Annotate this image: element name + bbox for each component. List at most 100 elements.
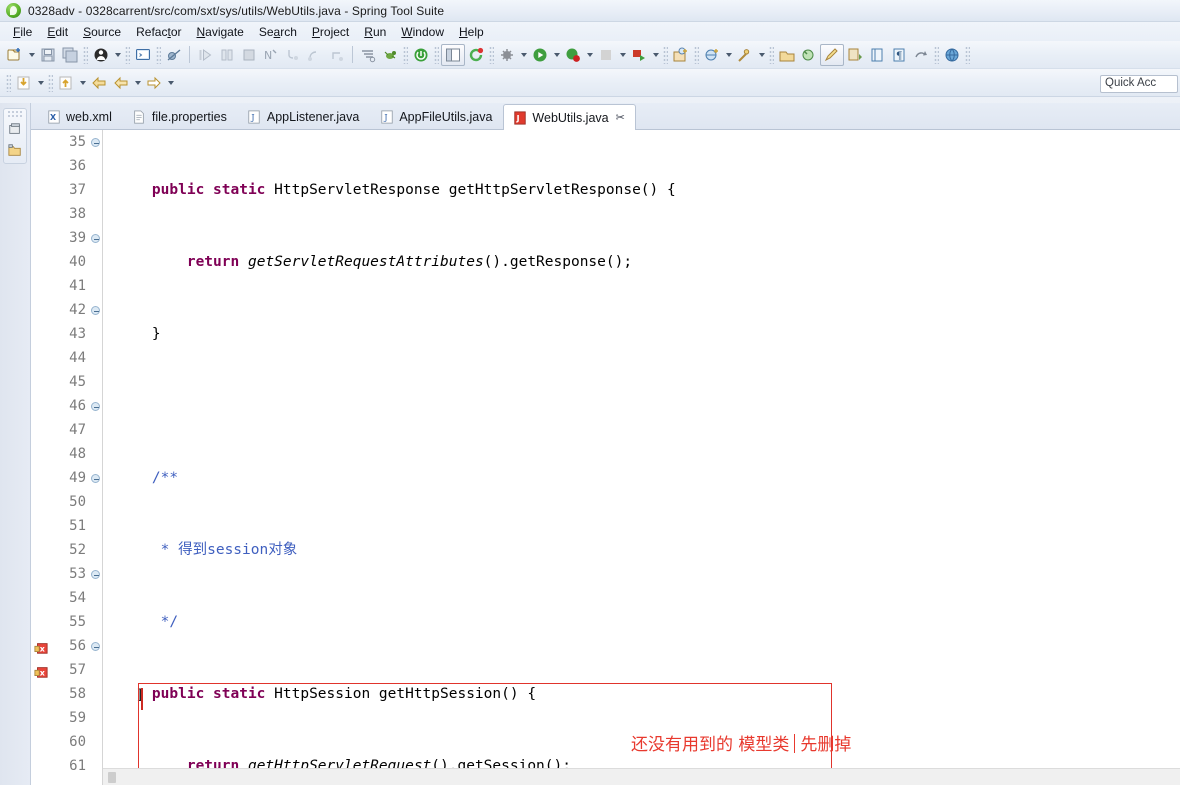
editor-tab-bar: X web.xml file.properties J AppListener.… — [31, 103, 1180, 130]
scrollbar-thumb[interactable] — [108, 772, 116, 783]
java-source-editor[interactable]: 35 36 37 38 39 40 41 42 43 44 45 46 47 4… — [31, 130, 1180, 785]
quick-outline-icon[interactable] — [357, 44, 379, 66]
profile-dropdown-arrow[interactable] — [617, 44, 628, 66]
skip-breakpoints-icon[interactable] — [163, 44, 185, 66]
window-title: 0328adv - 0328carrent/src/com/sxt/sys/ut… — [28, 3, 445, 18]
toggle-mark-occurrences-icon[interactable] — [441, 43, 465, 66]
save-all-icon[interactable] — [59, 44, 81, 66]
suspend-icon[interactable] — [216, 44, 238, 66]
project-explorer-minimized-icon[interactable] — [4, 139, 26, 160]
external-tools-dropdown-arrow[interactable] — [650, 44, 661, 66]
menu-help[interactable]: Help — [452, 25, 492, 39]
coverage-dropdown-arrow[interactable] — [584, 44, 595, 66]
gutter-line: x 56 — [31, 634, 102, 658]
search-icon[interactable] — [734, 44, 756, 66]
disconnect-icon[interactable]: N — [260, 44, 282, 66]
menu-source[interactable]: Source — [76, 25, 129, 39]
debug-dropdown-arrow[interactable] — [518, 44, 529, 66]
code-line: */ — [160, 614, 179, 630]
search-dropdown-arrow[interactable] — [756, 44, 767, 66]
next-annotation-icon[interactable] — [844, 44, 866, 66]
import-dropdown-arrow[interactable] — [77, 72, 88, 94]
gutter-line: 58 — [69, 686, 86, 702]
source-code-text[interactable]: public static HttpServletResponse getHtt… — [103, 130, 1180, 785]
quick-access-input[interactable]: Quick Acc — [1100, 75, 1178, 93]
new-wizard-dropdown-arrow[interactable] — [26, 44, 37, 66]
tab-file-properties[interactable]: file.properties — [123, 104, 238, 129]
resume-icon[interactable] — [194, 44, 216, 66]
toggle-block-selection-icon[interactable]: ¶ — [888, 44, 910, 66]
new-package-dropdown-arrow[interactable] — [723, 44, 734, 66]
spring-refresh-icon[interactable] — [465, 44, 487, 66]
debug-bug-icon[interactable] — [496, 44, 518, 66]
open-console-icon[interactable] — [132, 44, 154, 66]
back-history-icon[interactable] — [910, 44, 932, 66]
gutter-line: 42 — [31, 298, 102, 322]
menu-file[interactable]: File — [6, 25, 40, 39]
close-icon[interactable]: ✂ — [616, 111, 625, 124]
svg-text:J: J — [251, 113, 255, 122]
menu-search[interactable]: Search — [252, 25, 305, 39]
gutter-line: 39 — [31, 226, 102, 250]
debug-perspective-icon[interactable] — [90, 44, 112, 66]
tab-applistener-java[interactable]: J AppListener.java — [238, 104, 370, 129]
last-edit-location-icon[interactable] — [866, 44, 888, 66]
fold-collapse-icon[interactable] — [91, 138, 100, 147]
error-marker-icon[interactable]: x — [34, 639, 48, 654]
new-wizard-icon[interactable] — [4, 44, 26, 66]
next-arrow-icon[interactable] — [143, 72, 165, 94]
import-icon[interactable] — [55, 72, 77, 94]
next-dropdown-arrow[interactable] — [165, 72, 176, 94]
globe-icon[interactable] — [941, 44, 963, 66]
menu-refactor[interactable]: Refactor — [129, 25, 189, 39]
error-marker-icon[interactable]: x — [34, 663, 48, 678]
menu-edit[interactable]: Edit — [40, 25, 76, 39]
terminate-icon[interactable] — [238, 44, 260, 66]
horizontal-scrollbar[interactable] — [103, 768, 1180, 785]
save-icon[interactable] — [37, 44, 59, 66]
fold-collapse-icon[interactable] — [91, 402, 100, 411]
tab-appfileutils-java[interactable]: J AppFileUtils.java — [370, 104, 503, 129]
tab-web-xml[interactable]: X web.xml — [37, 104, 123, 129]
highlight-pen-icon[interactable] — [820, 43, 844, 66]
run-green-icon[interactable] — [529, 44, 551, 66]
gutter-line: 45 — [69, 374, 86, 390]
forward-arrow-icon[interactable] — [110, 72, 132, 94]
tab-webutils-java[interactable]: J WebUtils.java ✂ — [503, 104, 636, 130]
package-explorer-minimized-icon[interactable] — [4, 118, 26, 139]
open-type-icon[interactable] — [776, 44, 798, 66]
fold-collapse-icon[interactable] — [91, 642, 100, 651]
back-dropdown-arrow[interactable] — [132, 72, 143, 94]
export-icon[interactable] — [13, 72, 35, 94]
new-package-icon[interactable] — [701, 44, 723, 66]
export-dropdown-arrow[interactable] — [35, 72, 46, 94]
toolbar-grip — [694, 45, 699, 64]
coverage-icon[interactable] — [562, 44, 584, 66]
fold-collapse-icon[interactable] — [91, 234, 100, 243]
step-return-icon[interactable] — [326, 44, 348, 66]
menu-run[interactable]: Run — [357, 25, 394, 39]
profile-icon[interactable] — [595, 44, 617, 66]
toolbar-grip — [769, 45, 774, 64]
debug-perspective-dropdown-arrow[interactable] — [112, 44, 123, 66]
step-into-icon[interactable] — [282, 44, 304, 66]
run-ant-icon[interactable] — [379, 44, 401, 66]
fold-collapse-icon[interactable] — [91, 570, 100, 579]
fold-collapse-icon[interactable] — [91, 474, 100, 483]
run-dropdown-arrow[interactable] — [551, 44, 562, 66]
step-over-icon[interactable] — [304, 44, 326, 66]
back-arrow-icon[interactable] — [88, 72, 110, 94]
spring-tool-suite-window: 0328adv - 0328carrent/src/com/sxt/sys/ut… — [0, 0, 1180, 785]
boot-dashboard-icon[interactable] — [410, 44, 432, 66]
tab-label: file.properties — [151, 110, 227, 124]
open-task-icon[interactable] — [798, 44, 820, 66]
menu-navigate[interactable]: Navigate — [189, 25, 251, 39]
fold-collapse-icon[interactable] — [91, 306, 100, 315]
gutter-line: 53 — [31, 562, 102, 586]
svg-text:J: J — [383, 113, 387, 122]
menu-project[interactable]: Project — [305, 25, 357, 39]
title-bar: 0328adv - 0328carrent/src/com/sxt/sys/ut… — [0, 0, 1180, 22]
menu-window[interactable]: Window — [394, 25, 452, 39]
external-tools-icon[interactable] — [628, 44, 650, 66]
new-class-icon[interactable] — [670, 44, 692, 66]
